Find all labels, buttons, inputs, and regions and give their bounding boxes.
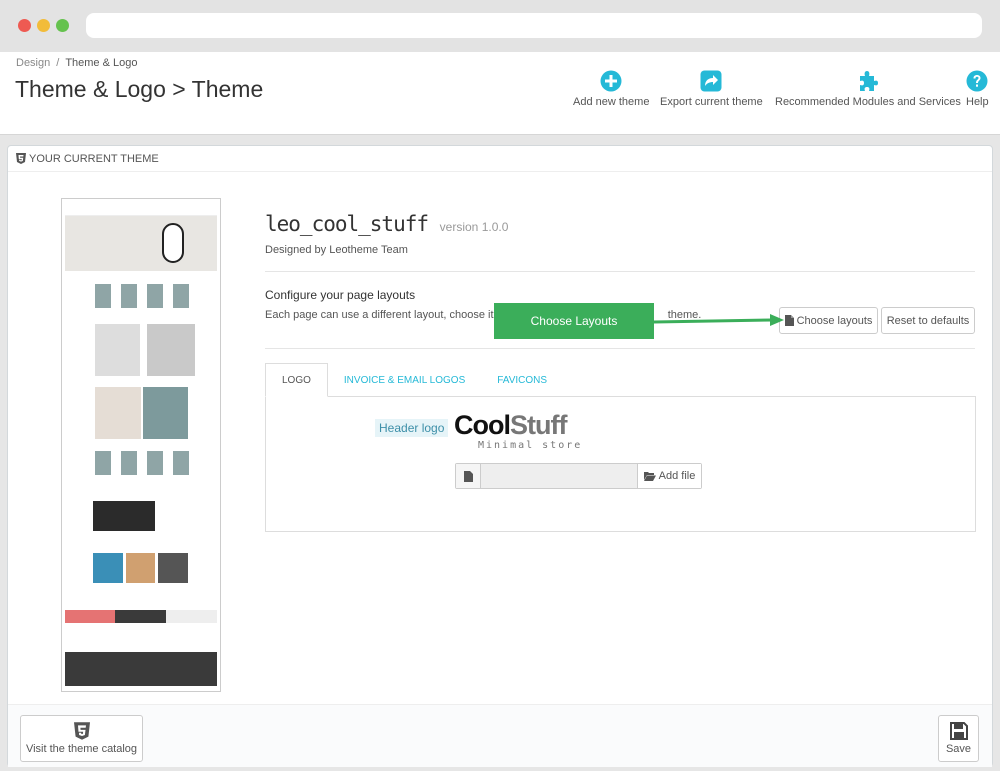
preview-blog: [93, 553, 188, 583]
preview-nav: [65, 202, 217, 216]
reset-to-defaults-button[interactable]: Reset to defaults: [881, 307, 975, 334]
export-share-icon: [700, 70, 722, 92]
reset-to-defaults-label: Reset to defaults: [886, 314, 970, 327]
store-logo-image: CoolStuff Minimal store: [454, 410, 594, 454]
page-title: Theme & Logo > Theme: [15, 76, 264, 102]
preview-promo-bar: [65, 610, 217, 623]
breadcrumb-parent[interactable]: Design: [16, 57, 50, 69]
theme-preview-image[interactable]: [61, 198, 221, 692]
panel-heading: Your current theme: [8, 146, 992, 172]
choose-layouts-label: Choose layouts: [796, 314, 873, 327]
preview-banner: [93, 501, 155, 531]
logo-file-upload: Add file: [455, 463, 702, 489]
file-icon: [463, 470, 473, 482]
maximize-window-dot[interactable]: [56, 19, 69, 32]
puzzle-icon: [859, 71, 878, 91]
header-logo-label: Header logo: [375, 419, 449, 437]
tab-invoice-email-logos[interactable]: Invoice & Email Logos: [328, 363, 481, 397]
theme-name-text: leo_cool_stuff: [265, 212, 429, 236]
add-file-label: Add file: [658, 470, 696, 482]
choose-layouts-button[interactable]: Choose layouts: [779, 307, 878, 334]
add-file-button[interactable]: Add file: [637, 464, 701, 488]
logo-file-input[interactable]: [481, 464, 637, 488]
panel-footer: Visit the theme catalog Save: [8, 704, 992, 767]
logo-tabs: Logo Invoice & Email Logos Favicons: [265, 363, 563, 397]
logo-tagline: Minimal store: [478, 440, 583, 451]
layouts-title: Configure your page layouts: [265, 288, 416, 302]
preview-hero-lamp: [162, 223, 184, 263]
preview-products-row-3: [95, 387, 188, 439]
theme-name: leo_cool_stuff version 1.0.0: [265, 212, 508, 236]
theme-designer: Designed by Leotheme Team: [265, 244, 408, 256]
tab-logo[interactable]: Logo: [265, 363, 328, 397]
preview-footer: [65, 652, 217, 686]
save-disk-icon: [949, 722, 968, 740]
export-theme-label: Export current theme: [660, 96, 763, 108]
divider: [265, 348, 975, 349]
current-theme-panel: Your current theme leo_cool_stuff versio…: [7, 145, 993, 767]
save-label: Save: [945, 743, 972, 755]
add-new-theme-button[interactable]: Add new theme: [573, 70, 649, 108]
breadcrumb: Design / Theme & Logo: [16, 57, 138, 69]
preview-products-row-1: [95, 284, 195, 308]
callout-arrow-icon: [654, 314, 784, 326]
callout-text: Choose Layouts: [530, 314, 618, 328]
panel-heading-text: Your current theme: [29, 152, 159, 165]
layouts-description-start: Each page can use a different layout, ch…: [265, 309, 503, 321]
html5-icon: [73, 722, 90, 740]
breadcrumb-current: Theme & Logo: [65, 57, 138, 69]
address-bar[interactable]: [86, 13, 982, 38]
minimize-window-dot[interactable]: [37, 19, 50, 32]
visit-catalog-label: Visit the theme catalog: [25, 743, 138, 755]
close-window-dot[interactable]: [18, 19, 31, 32]
preview-products-row-2: [95, 324, 195, 376]
theme-version: version 1.0.0: [439, 220, 509, 234]
help-button[interactable]: Help: [966, 70, 989, 108]
logo-tab-content: Header logo CoolStuff Minimal store Add …: [265, 396, 976, 532]
logo-word-stuff: Stuff: [510, 410, 567, 440]
export-theme-button[interactable]: Export current theme: [660, 70, 763, 108]
logo-word-cool: Cool: [454, 410, 511, 440]
preview-hero: [65, 216, 217, 271]
add-circle-icon: [600, 70, 622, 92]
add-new-theme-label: Add new theme: [573, 96, 650, 108]
browser-chrome: [0, 0, 1000, 52]
file-icon: [784, 315, 794, 326]
html5-shield-icon: [16, 153, 26, 164]
recommended-modules-button[interactable]: Recommended Modules and Services: [775, 70, 961, 108]
divider: [265, 271, 975, 272]
choose-layouts-callout: Choose Layouts: [494, 303, 654, 339]
tab-favicons[interactable]: Favicons: [481, 363, 563, 397]
help-label: Help: [966, 96, 989, 108]
file-icon-addon: [456, 464, 481, 488]
help-circle-icon: [966, 70, 988, 92]
save-button[interactable]: Save: [938, 715, 979, 762]
folder-open-icon: [643, 472, 656, 481]
visit-theme-catalog-button[interactable]: Visit the theme catalog: [20, 715, 143, 762]
page-header: Design / Theme & Logo Theme & Logo > Theme…: [0, 52, 1000, 135]
preview-products-row-4: [95, 451, 195, 475]
recommended-modules-label: Recommended Modules and Services: [775, 96, 961, 108]
